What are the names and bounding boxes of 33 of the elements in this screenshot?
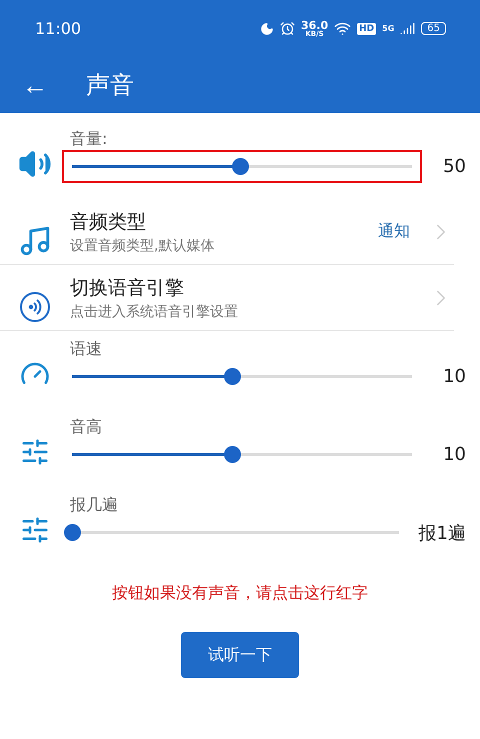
slider-thumb[interactable]: [64, 524, 81, 541]
setting-value: 通知: [378, 221, 410, 242]
wifi-icon: [334, 20, 352, 37]
slider-value: 50: [442, 156, 467, 177]
slider-value: 报1遍: [418, 522, 467, 544]
slider-value: 10: [442, 366, 467, 387]
network-type: 5G: [382, 24, 394, 32]
slider-thumb[interactable]: [224, 368, 241, 385]
sliders-icon: [20, 437, 50, 467]
slider-thumb[interactable]: [224, 446, 241, 463]
sound-waves-icon: [19, 290, 51, 322]
slider-label: 报几遍: [70, 495, 118, 516]
battery-level: 65: [421, 22, 446, 35]
network-speed: 36.0: [300, 20, 328, 30]
slider-label: 音量:: [70, 129, 108, 150]
slider-label: 音高: [70, 417, 102, 438]
slider-value: 10: [442, 444, 467, 465]
slider-label: 语速: [70, 339, 102, 360]
moon-icon: [260, 22, 274, 36]
sliders-icon: [20, 515, 50, 545]
setting-description: 点击进入系统语音引擎设置: [70, 302, 239, 320]
hint-link[interactable]: 按钮如果没有声音，请点击这行红字: [112, 583, 368, 604]
setting-title[interactable]: 音频类型: [70, 208, 378, 234]
back-button[interactable]: ←: [22, 70, 48, 100]
slider-thumb[interactable]: [232, 158, 250, 175]
setting-description: 设置音频类型,默认媒体: [70, 236, 216, 254]
status-time: 11:00: [35, 19, 82, 38]
alarm-clock-icon: [280, 21, 295, 36]
hd-badge: HD: [357, 22, 376, 34]
preview-button[interactable]: 试听一下: [181, 632, 299, 678]
screen-title: 声音: [86, 70, 134, 101]
setting-title[interactable]: 切换语音引擎: [70, 274, 428, 300]
signal-icon: [400, 21, 416, 36]
